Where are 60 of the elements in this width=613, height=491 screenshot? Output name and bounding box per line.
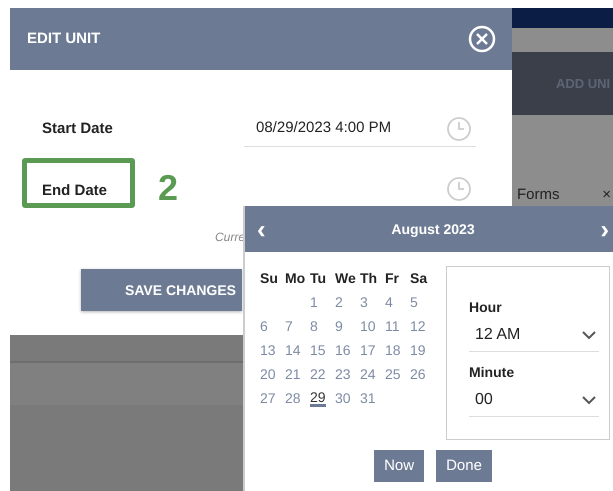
- calendar-day[interactable]: 27: [260, 388, 276, 408]
- calendar-day[interactable]: 9: [335, 316, 343, 336]
- time-select[interactable]: 12 AM: [469, 318, 599, 352]
- chevron-down-icon: [581, 330, 597, 340]
- calendar-day[interactable]: 14: [285, 340, 301, 360]
- calendar-day[interactable]: 2: [335, 292, 343, 312]
- calendar-day[interactable]: 5: [410, 292, 418, 312]
- save-changes-button[interactable]: SAVE CHANGES: [81, 269, 242, 311]
- date-field[interactable]: 08/29/2023 4:00 PM: [244, 111, 476, 147]
- calendar-day[interactable]: 28: [285, 388, 301, 408]
- modal-title: EDIT UNIT: [27, 28, 100, 49]
- weekday-label: Tu: [310, 268, 328, 288]
- calendar-day[interactable]: 15: [310, 340, 326, 360]
- calendar-day[interactable]: 23: [335, 364, 351, 384]
- calendar-day[interactable]: 29: [310, 390, 326, 406]
- weekday-label: Sa: [410, 268, 428, 288]
- calendar-day[interactable]: 30: [335, 388, 351, 408]
- clock-icon[interactable]: [446, 176, 472, 202]
- calendar-day[interactable]: 31: [360, 388, 376, 408]
- calendar-day[interactable]: 12: [410, 316, 426, 336]
- calendar-day[interactable]: 3: [360, 292, 368, 312]
- time-label: Hour: [469, 298, 503, 317]
- calendar-day[interactable]: 22: [310, 364, 326, 384]
- calendar-day[interactable]: 18: [385, 340, 401, 360]
- calendar-day[interactable]: 6: [260, 316, 268, 336]
- tab-label[interactable]: Forms: [517, 184, 560, 206]
- weekday-label: Su: [260, 268, 279, 288]
- weekday-label: Fr: [385, 268, 400, 288]
- calendar-day[interactable]: 20: [260, 364, 276, 384]
- time-label: Minute: [469, 363, 516, 382]
- calendar-day[interactable]: 17: [360, 340, 376, 360]
- calendar-day[interactable]: 8: [310, 316, 318, 336]
- previous-month-button[interactable]: ‹: [257, 216, 266, 242]
- close-icon[interactable]: ×: [602, 184, 611, 206]
- calendar-day[interactable]: 1: [310, 292, 318, 312]
- weekday-label: Th: [360, 268, 378, 288]
- calendar-day[interactable]: 11: [385, 316, 400, 336]
- calendar-day[interactable]: 26: [410, 364, 426, 384]
- calendar-day[interactable]: 7: [285, 316, 293, 336]
- picker-button[interactable]: Now: [374, 450, 424, 482]
- calendar-day[interactable]: 24: [360, 364, 376, 384]
- chevron-down-icon: [581, 394, 597, 404]
- picker-button[interactable]: Done: [436, 450, 492, 482]
- calendar-day[interactable]: 10: [360, 316, 376, 336]
- weekday-label: We: [335, 268, 357, 288]
- calendar-day[interactable]: 25: [385, 364, 401, 384]
- field-label: End Date: [42, 180, 108, 201]
- time-select[interactable]: 00: [469, 383, 599, 417]
- clock-icon[interactable]: [446, 116, 472, 142]
- field-label: Start Date: [42, 118, 113, 139]
- calendar-day[interactable]: 21: [285, 364, 301, 384]
- calendar-day[interactable]: 4: [385, 292, 393, 312]
- next-month-button[interactable]: ›: [600, 216, 609, 242]
- month-title: August 2023: [391, 220, 475, 239]
- weekday-label: Mo: [285, 268, 306, 288]
- step-number: 2: [158, 168, 178, 208]
- calendar-day[interactable]: 16: [335, 340, 351, 360]
- close-icon[interactable]: [468, 25, 496, 53]
- calendar-day[interactable]: 13: [260, 340, 276, 360]
- calendar-day[interactable]: 19: [410, 340, 426, 360]
